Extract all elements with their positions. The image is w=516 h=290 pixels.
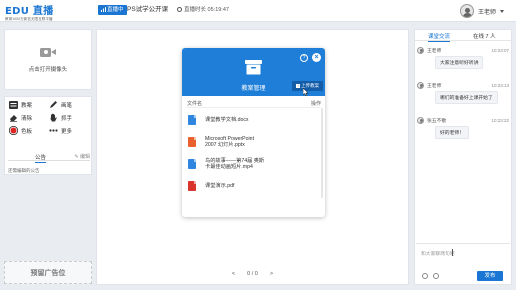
camera-toggle[interactable]: 点击打开摄像头: [4, 29, 92, 90]
chat-input[interactable]: 和大家聊两句吧 发布: [416, 243, 510, 283]
message-text: 哪们的准备好上课开始了: [435, 91, 498, 104]
file-name: 鸟的故事——第74届 奥斯卡最佳动画短片.mp4: [205, 158, 265, 170]
file-row[interactable]: 课堂演示.pdf: [188, 177, 318, 195]
send-button[interactable]: 发布: [477, 271, 503, 281]
pdf-file-icon: [188, 181, 196, 191]
tool-pen-label: 画笔: [61, 102, 73, 109]
hand-icon: [49, 113, 58, 122]
tool-eraser-label: 清除: [21, 115, 33, 122]
chat-message: 张五不散 10:23:22 好的老师！: [417, 116, 511, 139]
chat-message: 王老师 10:23:13 哪们的准备好上课开始了: [417, 81, 511, 104]
clock-icon: [177, 6, 182, 12]
message-sender: 张五不散: [427, 118, 447, 124]
notice-edit-label: 编辑: [79, 154, 90, 160]
logo-main: EDU 直播: [5, 6, 54, 17]
tool-more-label: 更多: [61, 128, 73, 135]
notice-tabs: 公告 ✎ 编辑: [8, 153, 90, 163]
logo-sub: 教育1000万新答无限互联平播: [5, 17, 53, 21]
camera-icon: [40, 47, 56, 58]
file-name: 课堂演示.pdf: [205, 183, 235, 189]
notice-edit-button[interactable]: ✎ 编辑: [74, 153, 90, 160]
chat-input-placeholder: 和大家聊两句吧: [421, 252, 455, 257]
help-icon[interactable]: ?: [300, 54, 308, 62]
prev-page-button[interactable]: <: [232, 271, 235, 277]
tool-lesson-label: 教案: [21, 102, 33, 109]
next-page-button[interactable]: >: [270, 271, 273, 277]
file-row[interactable]: 课堂教学文档.docx: [188, 111, 318, 129]
eraser-icon: [9, 113, 18, 122]
message-time: 10:23:22: [491, 117, 509, 123]
text-cursor: [452, 249, 453, 256]
live-timer: 直播时长 05:19:47: [177, 5, 229, 15]
tab-notice[interactable]: 公告: [35, 153, 47, 163]
upload-icon: ↑: [296, 83, 300, 88]
file-name: Microsoft PowerPoint 2007 幻灯片.pptx: [205, 136, 255, 148]
message-text: 好的老师！: [435, 126, 469, 139]
left-column: 点击打开摄像头 教案 画笔 清除 抓手 色板 更多 公告 ✎ 编辑 还需编辑的公…: [4, 29, 92, 285]
image-icon[interactable]: [433, 273, 439, 279]
tab-chat[interactable]: 课堂交流: [428, 32, 451, 42]
archive-box-icon: [245, 60, 262, 75]
lesson-manager-dialog: 教案管理 ? × ↑ 上传教案 文件名 操作 课堂教学文档.docx Micro…: [182, 48, 325, 217]
live-badge-text: 直播中: [107, 7, 124, 13]
dialog-scrollbar[interactable]: [321, 108, 323, 198]
message-sender: 王老师: [427, 48, 442, 54]
pen-icon: [49, 100, 58, 109]
chat-tabs: 课堂交流 在线 7 人: [415, 30, 511, 42]
camera-label: 点击打开摄像头: [28, 66, 68, 73]
signal-icon: [101, 6, 106, 12]
lesson-icon: [9, 100, 18, 109]
timer-label: 直播时长: [184, 7, 207, 13]
close-button[interactable]: ×: [312, 53, 321, 62]
ppt-file-icon: [188, 137, 196, 147]
avatar: [417, 81, 424, 89]
tool-eraser[interactable]: 清除: [9, 113, 49, 122]
avatar: [417, 46, 424, 54]
tool-color-label: 色板: [21, 128, 33, 135]
message-text: 大家注意听好听讲: [435, 56, 484, 69]
whiteboard-tools: 教案 画笔 清除 抓手 色板 更多 公告 ✎ 编辑: [4, 96, 92, 175]
avatar: [459, 4, 474, 18]
message-sender: 王老师: [427, 83, 442, 89]
avatar: [417, 116, 424, 124]
chevron-down-icon: [500, 9, 504, 13]
col-operation: 操作: [310, 101, 321, 107]
tool-lesson[interactable]: 教案: [9, 100, 49, 109]
tool-more[interactable]: 更多: [49, 126, 89, 135]
message-time: 10:23:07: [491, 47, 509, 53]
chat-message: 王老师 10:23:07 大家注意听好听讲: [417, 46, 511, 69]
file-row[interactable]: 鸟的故事——第74届 奥斯卡最佳动画短片.mp4: [188, 155, 318, 173]
file-row[interactable]: Microsoft PowerPoint 2007 幻灯片.pptx: [188, 133, 318, 151]
user-menu[interactable]: 王老师: [459, 3, 504, 19]
video-file-icon: [188, 159, 196, 169]
dialog-header: 教案管理 ? × ↑ 上传教案: [182, 48, 325, 96]
more-icon: [49, 126, 58, 135]
col-filename: 文件名: [187, 101, 203, 107]
course-title: PS试学公开课: [127, 6, 169, 13]
file-list-header: 文件名 操作: [187, 100, 321, 108]
tab-online[interactable]: 在线 7 人: [473, 32, 496, 40]
tool-pen[interactable]: 画笔: [49, 100, 89, 109]
user-name: 王老师: [477, 9, 496, 16]
mouse-cursor-icon: [303, 88, 309, 96]
chat-panel: 课堂交流 在线 7 人 王老师 10:23:07 大家注意听好听讲 王老师 10…: [414, 29, 512, 285]
ad-placeholder: 预留广告位: [4, 261, 92, 284]
page-indicator: 0 / 0: [247, 271, 258, 277]
pager: < 0 / 0 >: [96, 269, 409, 279]
file-name: 课堂教学文档.docx: [205, 117, 249, 123]
tool-hand-label: 抓手: [61, 115, 73, 122]
tool-hand[interactable]: 抓手: [49, 113, 89, 122]
notice-text: 还需编辑的公告: [8, 168, 40, 173]
color-icon: [9, 126, 18, 135]
message-time: 10:23:13: [491, 82, 509, 88]
live-badge: 直播中: [98, 5, 127, 15]
emoji-icon[interactable]: [422, 273, 428, 279]
doc-file-icon: [188, 115, 196, 125]
timer-value: 05:19:47: [207, 7, 229, 13]
logo: EDU 直播 教育1000万新答无限互联平播: [5, 2, 81, 21]
top-bar: EDU 直播 教育1000万新答无限互联平播 直播中 PS试学公开课 直播时长 …: [0, 0, 516, 22]
tool-color[interactable]: 色板: [9, 126, 49, 135]
